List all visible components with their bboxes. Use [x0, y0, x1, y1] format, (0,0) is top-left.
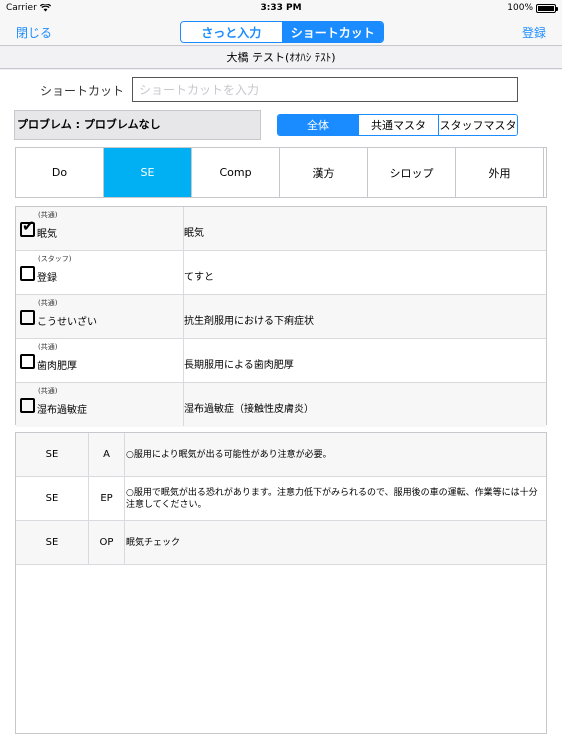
tab-syrup[interactable]: シロップ	[368, 148, 456, 197]
detail-code: OP	[89, 521, 125, 564]
filter-common-master[interactable]: 共通マスタ	[358, 115, 438, 135]
close-button[interactable]: 閉じる	[16, 24, 52, 41]
checkbox[interactable]	[20, 310, 35, 325]
shortcut-list: ✔ (共通) 眠気 眠気 (スタッフ) 登録 てすと (共通) こうせいざい 抗…	[15, 206, 547, 427]
shortcut-description: 湿布過敏症（接触性皮膚炎）	[184, 404, 314, 415]
category-tabs: Do SE Comp 漢方 シロップ 外用	[15, 147, 547, 198]
shortcut-row[interactable]: ✔ (共通) 眠気 眠気	[16, 207, 546, 251]
mode-quick-input[interactable]: さっと入力	[181, 22, 282, 42]
detail-row[interactable]: SE EP ○服用で眠気が出る恐れがあります。注意力低下がみられるので、服用後の…	[16, 477, 546, 521]
shortcut-name: 湿布過敏症	[37, 405, 87, 416]
detail-code: A	[89, 433, 125, 476]
shortcut-label: ショートカット	[40, 84, 125, 98]
checkbox[interactable]	[20, 398, 35, 413]
shortcut-description: 眠気	[184, 228, 204, 239]
detail-text: 眠気チェック	[126, 537, 181, 548]
tab-do[interactable]: Do	[16, 148, 104, 197]
filter-staff-master[interactable]: スタッフマスタ	[438, 115, 517, 135]
checkbox[interactable]	[20, 354, 35, 369]
tab-comp[interactable]: Comp	[192, 148, 280, 197]
navigation-bar: 閉じる さっと入力 ショートカット 登録	[0, 16, 562, 46]
shortcut-description: 長期服用による歯肉肥厚	[184, 360, 294, 371]
battery-icon	[536, 3, 558, 13]
shortcut-type: (共通)	[38, 299, 58, 307]
status-bar: Carrier 3:33 PM 100%	[0, 0, 562, 16]
detail-row[interactable]: SE A ○服用により眠気が出る可能性があり注意が必要。	[16, 433, 546, 477]
shortcut-input[interactable]	[132, 77, 518, 102]
battery-info: 100%	[507, 3, 558, 13]
shortcut-type: (共通)	[38, 343, 58, 351]
detail-row[interactable]: SE OP 眠気チェック	[16, 521, 546, 565]
checkbox[interactable]	[20, 266, 35, 281]
shortcut-type: (スタッフ)	[38, 255, 72, 263]
shortcut-type: (共通)	[38, 211, 58, 219]
detail-text: ○服用で眠気が出る恐れがあります。注意力低下がみられるので、服用後の車の運転、作…	[126, 487, 538, 510]
shortcut-row[interactable]: (共通) 湿布過敏症 湿布過敏症（接触性皮膚炎）	[16, 383, 546, 427]
shortcut-name: こうせいざい	[37, 317, 97, 328]
shortcut-row[interactable]: (スタッフ) 登録 てすと	[16, 251, 546, 295]
shortcut-name: 眠気	[37, 229, 57, 240]
master-filter-segmented-control: 全体 共通マスタ スタッフマスタ	[277, 114, 518, 136]
detail-code: EP	[89, 477, 125, 520]
detail-table: SE A ○服用により眠気が出る可能性があり注意が必要。 SE EP ○服用で眠…	[15, 432, 547, 734]
shortcut-type: (共通)	[38, 387, 58, 395]
register-button[interactable]: 登録	[522, 24, 546, 41]
status-time: 3:33 PM	[260, 3, 302, 13]
shortcut-row[interactable]: (共通) こうせいざい 抗生剤服用における下痢症状	[16, 295, 546, 339]
tab-se[interactable]: SE	[104, 148, 192, 197]
shortcut-row[interactable]: (共通) 歯肉肥厚 長期服用による歯肉肥厚	[16, 339, 546, 383]
mode-shortcut[interactable]: ショートカット	[281, 22, 383, 42]
shortcut-name: 歯肉肥厚	[37, 361, 77, 372]
input-mode-segmented-control: さっと入力 ショートカット	[180, 21, 384, 43]
detail-category: SE	[16, 433, 89, 476]
detail-category: SE	[16, 521, 89, 564]
shortcut-description: 抗生剤服用における下痢症状	[184, 316, 314, 327]
detail-category: SE	[16, 477, 89, 520]
main-content: ショートカット プロブレム : プロブレムなし 全体 共通マスタ スタッフマスタ…	[0, 70, 562, 750]
patient-name: 大橋 テスト(ｵｵﾊｼ ﾃｽﾄ)	[0, 47, 562, 69]
checkmark-icon: ✔	[22, 217, 35, 235]
problem-field[interactable]: プロブレム : プロブレムなし	[14, 110, 261, 140]
filter-all[interactable]: 全体	[278, 115, 358, 135]
shortcut-name: 登録	[37, 273, 57, 284]
shortcut-description: てすと	[184, 272, 214, 283]
checkbox[interactable]: ✔	[20, 217, 35, 237]
tab-external[interactable]: 外用	[456, 148, 544, 197]
detail-text: ○服用により眠気が出る可能性があり注意が必要。	[126, 449, 332, 460]
tab-kampo[interactable]: 漢方	[280, 148, 368, 197]
battery-percent: 100%	[507, 3, 533, 13]
